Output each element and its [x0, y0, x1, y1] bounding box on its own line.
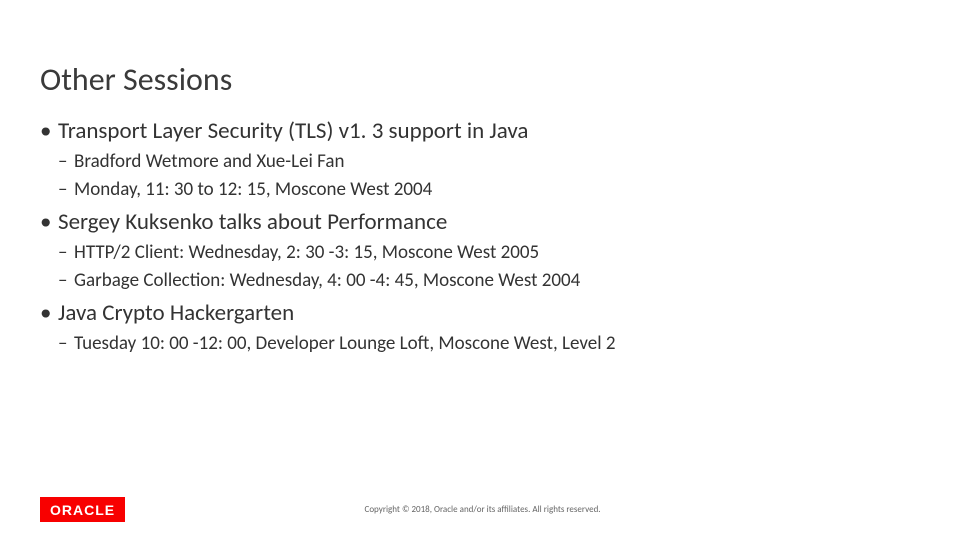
session-detail: Garbage Collection: Wednesday, 4: 00 -4:…: [40, 268, 920, 294]
session-detail: Bradford Wetmore and Xue-Lei Fan: [40, 149, 920, 175]
session-detail: Tuesday 10: 00 -12: 00, Developer Lounge…: [40, 331, 920, 357]
slide-footer: ORACLE Copyright © 2018, Oracle and/or i…: [40, 492, 920, 526]
session-heading: Sergey Kuksenko talks about Performance: [40, 208, 920, 238]
session-heading: Transport Layer Security (TLS) v1. 3 sup…: [40, 117, 920, 147]
session-detail: Monday, 11: 30 to 12: 15, Moscone West 2…: [40, 177, 920, 203]
copyright-text: Copyright © 2018, Oracle and/or its affi…: [45, 504, 920, 515]
list-item: Sergey Kuksenko talks about Performance …: [40, 208, 920, 293]
bullet-list: Transport Layer Security (TLS) v1. 3 sup…: [40, 117, 920, 357]
session-detail: HTTP/2 Client: Wednesday, 2: 30 -3: 15, …: [40, 240, 920, 266]
list-item: Java Crypto Hackergarten Tuesday 10: 00 …: [40, 299, 920, 357]
slide: Other Sessions Transport Layer Security …: [0, 0, 960, 540]
slide-title: Other Sessions: [40, 60, 920, 99]
session-heading: Java Crypto Hackergarten: [40, 299, 920, 329]
list-item: Transport Layer Security (TLS) v1. 3 sup…: [40, 117, 920, 202]
